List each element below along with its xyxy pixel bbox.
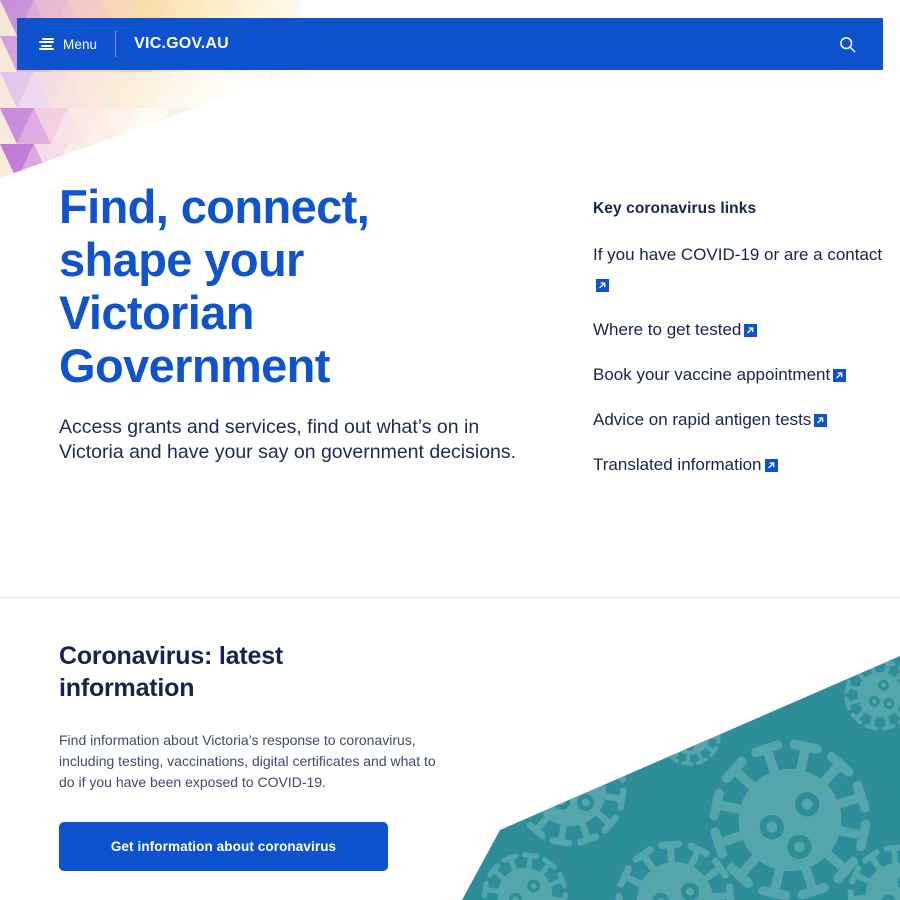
key-link-label: Book your vaccine appointment: [593, 365, 831, 386]
key-link-translated-information[interactable]: Translated information: [593, 450, 883, 480]
site-header: Menu VIC.GOV.AU: [17, 18, 883, 70]
external-link-icon: [744, 324, 758, 337]
get-information-about-coronavirus-button[interactable]: Get information about coronavirus: [59, 822, 388, 871]
external-link-icon: [833, 369, 847, 382]
external-link-icon: [764, 459, 778, 472]
hamburger-icon: [39, 37, 54, 51]
header-divider: [115, 31, 117, 57]
page-title: Find, connect, shape your Victorian Gove…: [59, 180, 370, 392]
key-link-label: If you have COVID-19 or are a contact: [593, 245, 883, 266]
key-link-label: Where to get tested: [593, 320, 742, 341]
coronavirus-section-body: Find information about Victoria’s respon…: [59, 732, 436, 790]
section-divider: [0, 597, 900, 598]
search-button[interactable]: [833, 30, 861, 58]
search-icon: [839, 36, 855, 52]
key-link-where-to-get-tested[interactable]: Where to get tested: [593, 315, 883, 345]
key-link-label: Advice on rapid antigen tests: [593, 410, 812, 431]
menu-button-label: Menu: [63, 36, 98, 52]
hero-subtitle: Access grants and services, find out wha…: [59, 416, 517, 463]
key-links-panel: Key coronavirus links If you have COVID-…: [593, 200, 883, 495]
key-link-book-vaccine-appointment[interactable]: Book your vaccine appointment: [593, 360, 883, 390]
key-link-rapid-antigen-tests[interactable]: Advice on rapid antigen tests: [593, 405, 883, 435]
coronavirus-section: Coronavirus: latest information Find inf…: [0, 640, 900, 900]
external-link-icon: [814, 414, 828, 427]
coronavirus-section-title: Coronavirus: latest information: [59, 642, 284, 702]
key-link-label: Translated information: [593, 455, 762, 476]
key-link-if-you-have-covid[interactable]: If you have COVID-19 or are a contact: [593, 240, 883, 300]
menu-button[interactable]: Menu: [39, 37, 97, 52]
external-link-icon: [596, 279, 609, 292]
site-logo[interactable]: VIC.GOV.AU: [134, 35, 229, 53]
page-root: Menu VIC.GOV.AU Find, connect, shape you…: [0, 0, 900, 900]
key-links-heading: Key coronavirus links: [593, 200, 757, 217]
